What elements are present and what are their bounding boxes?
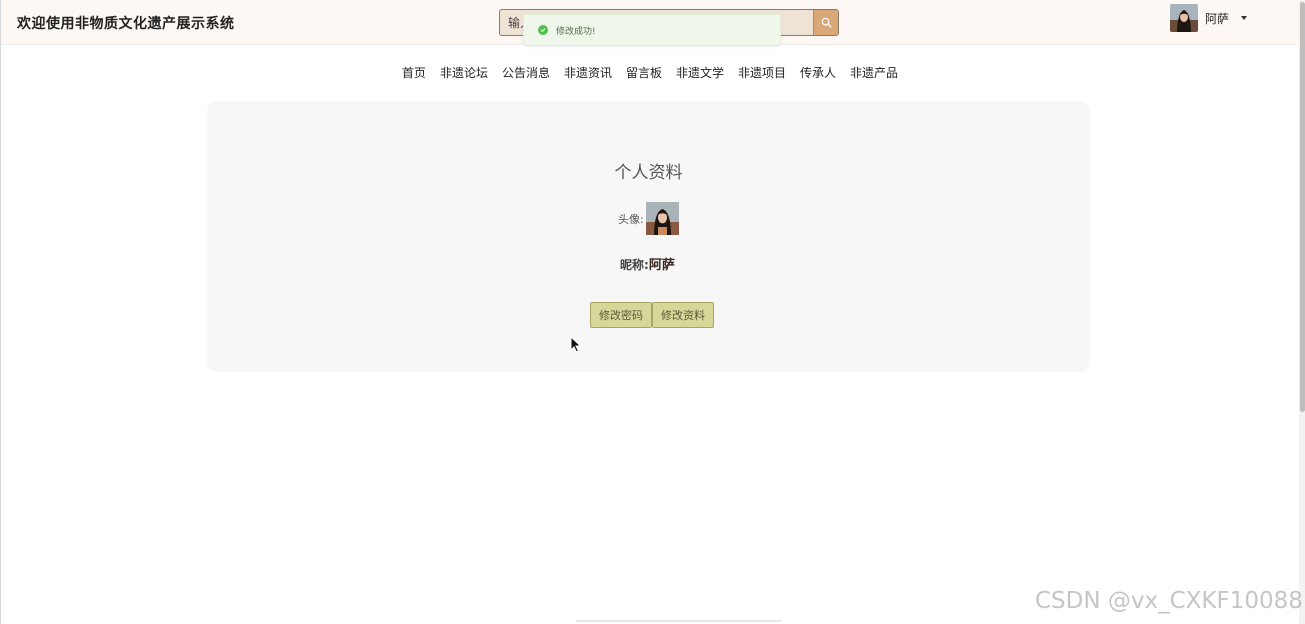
nav-item-news[interactable]: 非遗资讯: [564, 64, 612, 81]
change-password-button[interactable]: 修改密码: [590, 302, 652, 328]
profile-card: 个人资料 头像: 昵称: 阿萨 修改密码 修改资料: [207, 101, 1090, 372]
nav-item-inheritors[interactable]: 传承人: [800, 64, 836, 81]
nav-item-forum[interactable]: 非遗论坛: [440, 64, 488, 81]
mouse-cursor: [570, 336, 582, 353]
scrollbar-thumb[interactable]: [1300, 2, 1305, 412]
success-toast: 修改成功!: [523, 14, 781, 46]
nav-item-home[interactable]: 首页: [402, 64, 426, 81]
user-avatar[interactable]: [1170, 4, 1198, 32]
user-name[interactable]: 阿萨: [1205, 10, 1229, 27]
edit-profile-button[interactable]: 修改资料: [652, 302, 714, 328]
profile-title: 个人资料: [614, 163, 683, 183]
user-menu[interactable]: 阿萨: [1170, 4, 1248, 32]
nickname-label: 昵称:: [620, 258, 649, 272]
nickname-row: 昵称: 阿萨: [620, 254, 675, 273]
nav-item-announcements[interactable]: 公告消息: [502, 64, 550, 81]
search-button[interactable]: [813, 10, 838, 35]
check-circle-icon: [538, 25, 548, 35]
watermark: CSDN @vx_CXKF10088: [1035, 588, 1303, 614]
site-title: 欢迎使用非物质文化遗产展示系统: [17, 16, 235, 32]
avatar-label: 头像:: [618, 212, 644, 226]
nav-item-projects[interactable]: 非遗项目: [738, 64, 786, 81]
main-nav: 首页 非遗论坛 公告消息 非遗资讯 留言板 非遗文学 非遗项目 传承人 非遗产品: [1, 64, 1299, 81]
profile-avatar: [645, 202, 679, 235]
nav-item-literature[interactable]: 非遗文学: [676, 64, 724, 81]
caret-down-icon[interactable]: [1241, 16, 1248, 20]
action-buttons: 修改密码 修改资料: [590, 302, 714, 328]
nav-item-message-board[interactable]: 留言板: [626, 64, 662, 81]
toast-message: 修改成功!: [556, 26, 596, 37]
search-icon: [821, 17, 832, 28]
bottom-divider: [576, 620, 781, 622]
vertical-scrollbar[interactable]: [1299, 0, 1305, 624]
avatar-row: 头像:: [618, 202, 679, 235]
nav-item-products[interactable]: 非遗产品: [850, 64, 898, 81]
page: 欢迎使用非物质文化遗产展示系统 阿萨: [0, 0, 1305, 624]
nickname-value: 阿萨: [648, 258, 675, 273]
